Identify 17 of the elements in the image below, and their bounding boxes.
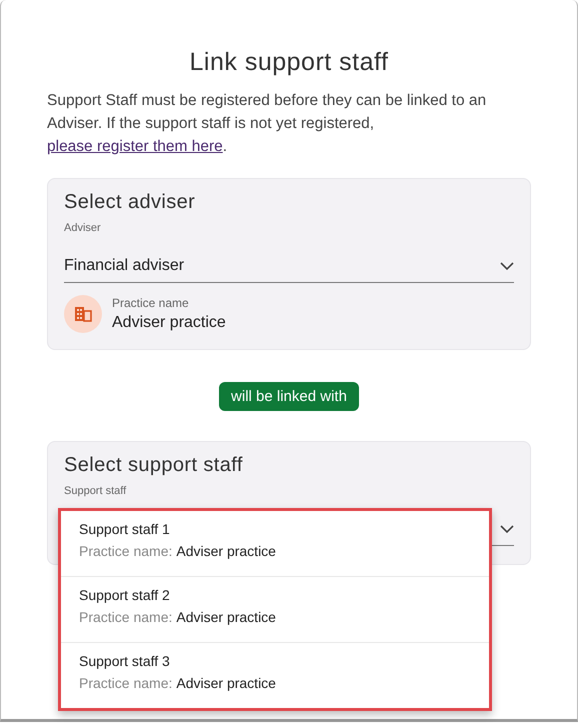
register-link[interactable]: please register them here xyxy=(47,138,223,155)
field-label: Adviser xyxy=(64,222,101,234)
building-icon xyxy=(64,295,102,333)
practice-label: Practice name xyxy=(112,296,190,310)
card-heading: Select support staff xyxy=(64,454,244,477)
dropdown-option[interactable]: Support staff 2 Practice name: Adviser practice xyxy=(61,577,489,643)
dropdown-option[interactable]: Support staff 3 Practice name: Adviser practice xyxy=(61,643,489,708)
dropdown-option[interactable]: Support staff 1 Practice name: Adviser practice xyxy=(61,511,489,577)
link-badge: will be linked with xyxy=(219,382,359,411)
field-label: Support staff xyxy=(64,485,126,497)
chevron-down-icon[interactable] xyxy=(500,524,514,534)
dialog-title: Link support staff xyxy=(188,48,390,77)
practice-value: Adviser practice xyxy=(112,314,226,332)
chevron-down-icon[interactable] xyxy=(500,262,514,270)
card-heading: Select adviser xyxy=(64,191,196,214)
intro-text: Support Staff must be registered before they can be linked to an Adviser. If the support staff is not yet registered, please register them here. xyxy=(47,91,488,157)
adviser-select[interactable]: Financial adviser xyxy=(64,242,514,283)
